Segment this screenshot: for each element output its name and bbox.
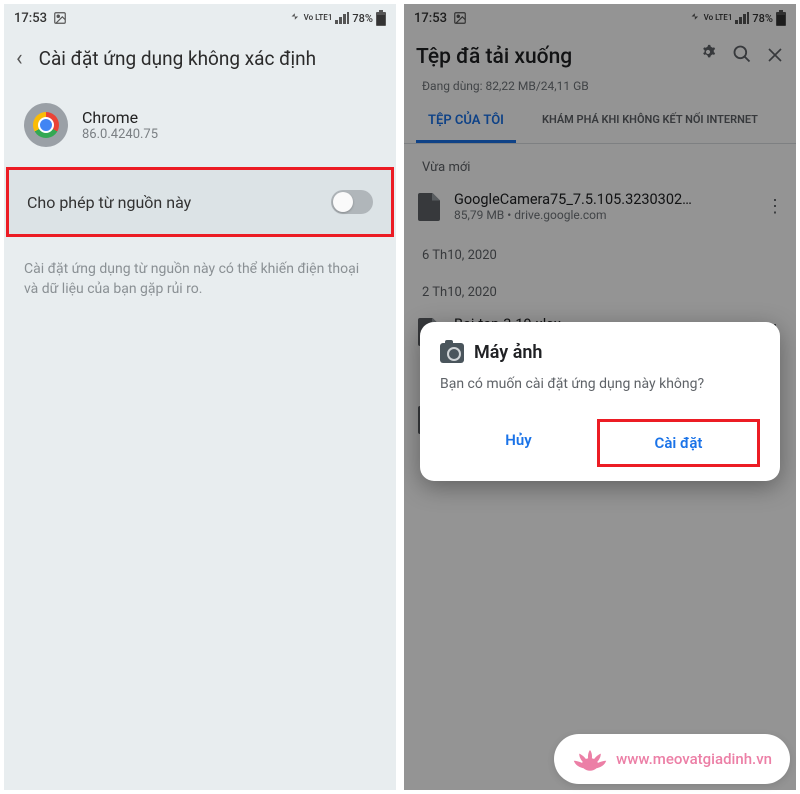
app-name: Chrome: [82, 108, 158, 127]
status-netlabel: Vo LTE1: [304, 14, 333, 22]
status-bar: 17:53 Vo LTE1 78%: [4, 4, 396, 32]
back-icon[interactable]: ‹: [16, 46, 23, 71]
dialog-title: Máy ảnh: [474, 342, 542, 363]
battery-icon: [376, 10, 386, 26]
install-button[interactable]: Cài đặt: [597, 419, 760, 467]
watermark: www.meovatgiadinh.vn: [554, 734, 790, 784]
camera-icon: [440, 343, 464, 363]
app-row: Chrome 86.0.4240.75: [4, 85, 396, 163]
cancel-button[interactable]: Hủy: [440, 419, 597, 467]
chrome-icon: [24, 103, 68, 147]
phone-settings: 17:53 Vo LTE1 78% ‹ Cài: [4, 4, 396, 790]
dialog-message: Bạn có muốn cài đặt ứng dụng này không?: [440, 375, 760, 395]
lotus-icon: [572, 744, 608, 774]
toggle-label: Cho phép từ nguồn này: [27, 193, 191, 212]
status-time: 17:53: [14, 11, 47, 26]
watermark-text: www.meovatgiadinh.vn: [616, 750, 772, 768]
warning-text: Cài đặt ứng dụng từ nguồn này có thể khi…: [4, 241, 396, 318]
settings-header: ‹ Cài đặt ứng dụng không xác định: [4, 32, 396, 85]
app-version: 86.0.4240.75: [82, 127, 158, 142]
signal-icon: [335, 12, 349, 24]
toggle-switch[interactable]: [331, 190, 373, 214]
phone-downloads: 17:53 Vo LTE1 78% Tệp đã tải x: [404, 4, 796, 790]
allow-source-toggle-row[interactable]: Cho phép từ nguồn này: [6, 167, 394, 237]
mute-icon: [287, 11, 301, 25]
install-dialog: Máy ảnh Bạn có muốn cài đặt ứng dụng này…: [420, 322, 780, 481]
image-icon: [53, 11, 67, 25]
settings-title: Cài đặt ứng dụng không xác định: [39, 47, 317, 70]
status-battery-pct: 78%: [352, 12, 373, 25]
